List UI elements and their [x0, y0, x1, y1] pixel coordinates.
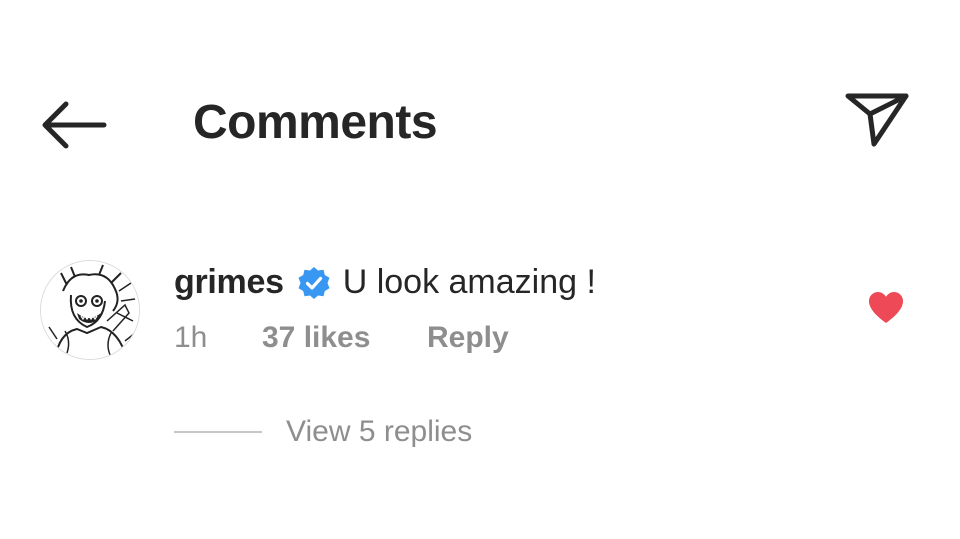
comment-line: grimes U look amazing !: [174, 258, 596, 306]
like-button[interactable]: [866, 288, 906, 328]
comment-meta: 1h 37 likes Reply: [174, 318, 509, 358]
arrow-left-icon: [42, 101, 107, 149]
view-replies-button[interactable]: View 5 replies: [174, 411, 472, 453]
heart-icon: [869, 292, 903, 323]
page-title: Comments: [193, 96, 438, 149]
replies-divider: [174, 431, 262, 433]
verified-badge-icon: [297, 265, 331, 299]
reply-button[interactable]: Reply: [427, 318, 509, 358]
avatar-drawing-icon: [41, 261, 139, 359]
comment-likes-link[interactable]: 37 likes: [262, 318, 427, 358]
share-button[interactable]: [838, 86, 914, 156]
comment-text: U look amazing !: [342, 263, 596, 301]
back-button[interactable]: [36, 96, 112, 154]
comment-timestamp: 1h: [174, 321, 208, 354]
send-icon: [845, 93, 909, 147]
view-replies-label: View 5 replies: [286, 415, 473, 448]
comment-username[interactable]: grimes: [174, 258, 284, 306]
avatar[interactable]: [40, 260, 140, 360]
